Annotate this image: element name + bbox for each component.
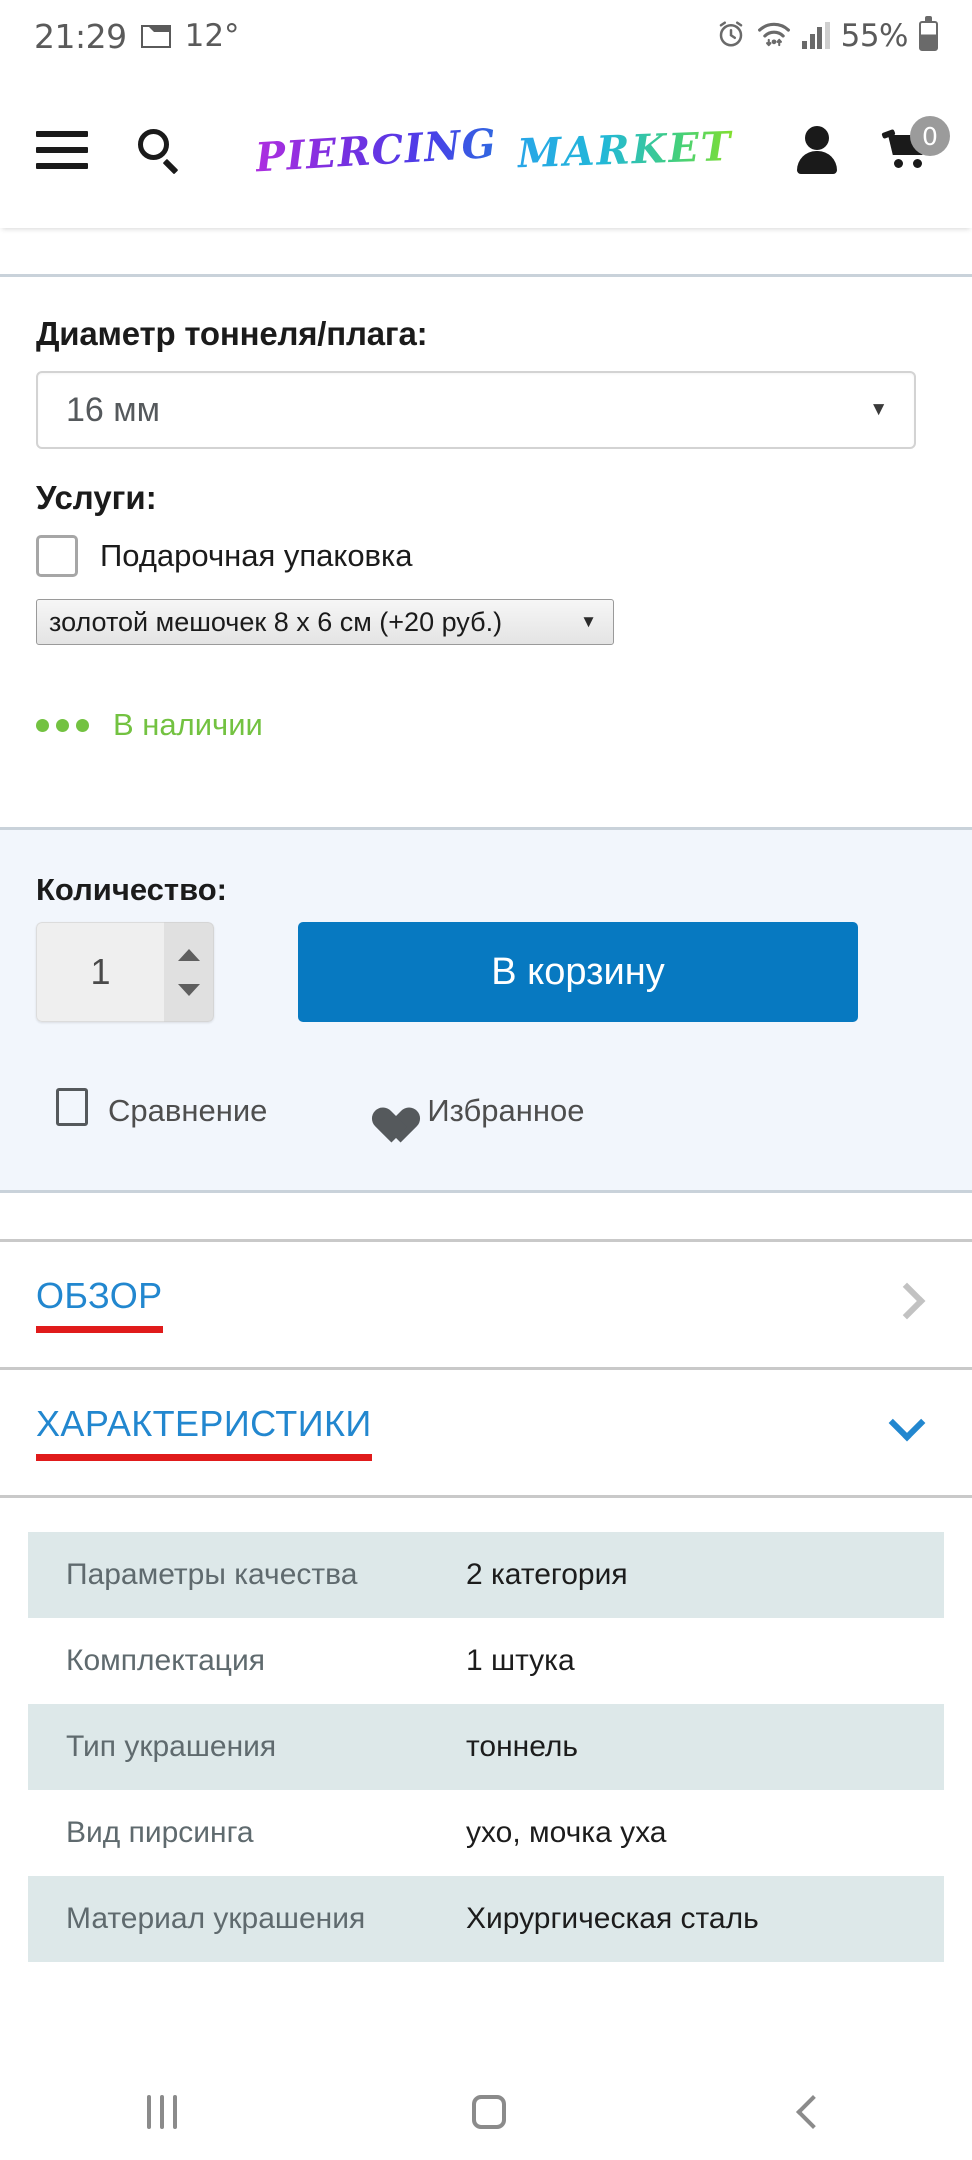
site-header: PIERCING MARKET 0	[0, 72, 972, 228]
status-time: 21:29	[34, 16, 127, 56]
buy-block: Количество: 1 В корзину Сравнение Избран…	[0, 827, 972, 1193]
battery-percent: 55%	[840, 18, 909, 54]
status-temperature: 12°	[184, 18, 240, 54]
spec-value: ухо, мочка уха	[466, 1816, 667, 1849]
diameter-select[interactable]: 16 мм ▼	[36, 371, 916, 449]
specs-table: Параметры качества 2 категория Комплекта…	[28, 1532, 944, 1962]
diameter-selected-value: 16 мм	[66, 390, 161, 429]
quantity-label: Количество:	[36, 872, 227, 907]
accordion-spacer	[0, 1193, 972, 1239]
spec-value: 1 штука	[466, 1644, 575, 1677]
accordion-specs-title: ХАРАКТЕРИСТИКИ	[36, 1403, 372, 1444]
table-row: Материал украшения Хирургическая сталь	[28, 1876, 944, 1962]
hamburger-menu-icon[interactable]	[36, 131, 88, 169]
mail-icon	[140, 24, 171, 48]
stock-status-row: В наличии	[36, 707, 936, 743]
status-bar: 21:29 12° 55%	[0, 0, 972, 72]
compare-label: Сравнение	[108, 1093, 268, 1128]
signal-icon	[802, 22, 830, 49]
logo-line-piercing: PIERCING	[253, 119, 499, 182]
home-icon[interactable]	[471, 2095, 506, 2129]
spec-key: Параметры качества	[66, 1558, 358, 1591]
table-row: Комплектация 1 штука	[28, 1618, 944, 1704]
accordion-overview-underline	[36, 1326, 163, 1333]
spec-key: Комплектация	[66, 1644, 265, 1677]
diameter-label: Диаметр тоннеля/плага:	[36, 315, 428, 352]
cart-icon[interactable]: 0	[881, 116, 950, 176]
alarm-icon	[716, 19, 746, 54]
battery-icon	[919, 16, 938, 51]
stock-dots-icon	[36, 718, 89, 732]
stock-status-text: В наличии	[113, 707, 263, 742]
accordion-section-overview[interactable]: ОБЗОР	[0, 1239, 972, 1367]
status-bar-right: 55%	[716, 16, 938, 54]
android-navigation-bar	[0, 2064, 972, 2160]
phone-screen: 21:29 12° 55% PIERCING MARKET 0 Диаметр …	[0, 0, 972, 2160]
compare-action[interactable]: Сравнение	[44, 1088, 267, 1134]
add-to-cart-button[interactable]: В корзину	[298, 922, 858, 1022]
quantity-input[interactable]: 1	[36, 922, 164, 1022]
spec-value: тоннель	[466, 1730, 579, 1763]
compare-icon	[44, 1088, 88, 1134]
spec-value: Хирургическая сталь	[466, 1902, 759, 1935]
accordion-overview-title: ОБЗОР	[36, 1275, 163, 1316]
product-options-block: Диаметр тоннеля/плага: 16 мм ▼ Услуги: П…	[0, 277, 972, 743]
site-logo[interactable]: PIERCING MARKET	[254, 120, 734, 182]
search-icon[interactable]	[136, 127, 182, 175]
accordion-overview-title-wrap: ОБЗОР	[36, 1278, 163, 1333]
accordion-specs-title-wrap: ХАРАКТЕРИСТИКИ	[36, 1406, 372, 1461]
chevron-right-icon[interactable]	[888, 1282, 926, 1320]
wifi-icon	[757, 20, 791, 53]
specs-table-wrap: Параметры качества 2 категория Комплекта…	[0, 1495, 972, 1962]
table-row: Тип украшения тоннель	[28, 1704, 944, 1790]
status-bar-left: 21:29 12°	[34, 17, 240, 56]
chevron-down-icon[interactable]	[888, 1404, 926, 1442]
wrap-option-select[interactable]: золотой мешочек 8 x 6 см (+20 руб.) ▼	[36, 599, 614, 645]
back-icon[interactable]	[795, 2095, 830, 2129]
spec-key: Тип украшения	[66, 1730, 277, 1763]
services-label: Услуги:	[36, 479, 157, 516]
accordion-specs-underline	[36, 1454, 372, 1461]
gift-wrap-checkbox[interactable]	[36, 535, 78, 577]
chevron-down-icon: ▼	[869, 399, 888, 420]
accordion-section-specs[interactable]: ХАРАКТЕРИСТИКИ	[0, 1367, 972, 1495]
quantity-stepper[interactable]: 1	[36, 922, 214, 1022]
gift-wrap-row[interactable]: Подарочная упаковка	[36, 535, 936, 577]
specs-table-body: Параметры качества 2 категория Комплекта…	[28, 1532, 944, 1962]
chevron-down-icon: ▼	[580, 612, 597, 631]
wrap-option-selected-value: золотой мешочек 8 x 6 см (+20 руб.)	[49, 606, 503, 637]
product-actions-row: Сравнение Избранное	[36, 1088, 936, 1134]
quantity-increment-icon[interactable]	[177, 948, 200, 961]
table-row: Вид пирсинга ухо, мочка уха	[28, 1790, 944, 1876]
table-row: Параметры качества 2 категория	[28, 1532, 944, 1618]
buy-block-spacer	[0, 743, 972, 827]
spec-value: 2 категория	[466, 1558, 628, 1591]
quantity-decrement-icon[interactable]	[177, 983, 200, 996]
quantity-spinner[interactable]	[164, 922, 214, 1022]
favorite-action[interactable]: Избранное	[363, 1091, 584, 1131]
account-icon[interactable]	[796, 126, 838, 174]
header-left-icons	[0, 127, 182, 175]
favorite-label: Избранное	[427, 1093, 585, 1128]
heart-icon	[363, 1091, 407, 1131]
gift-wrap-label: Подарочная упаковка	[100, 538, 413, 573]
logo-line-market: MARKET	[516, 122, 734, 178]
spec-key: Материал украшения	[66, 1902, 366, 1935]
buy-row: 1 В корзину	[36, 922, 936, 1022]
top-spacer	[0, 228, 972, 274]
recents-icon[interactable]	[147, 2095, 178, 2129]
page-content: Диаметр тоннеля/плага: 16 мм ▼ Услуги: П…	[0, 228, 972, 1962]
spec-key: Вид пирсинга	[66, 1816, 254, 1849]
cart-count-badge: 0	[910, 116, 950, 156]
header-right-icons: 0	[796, 116, 950, 176]
